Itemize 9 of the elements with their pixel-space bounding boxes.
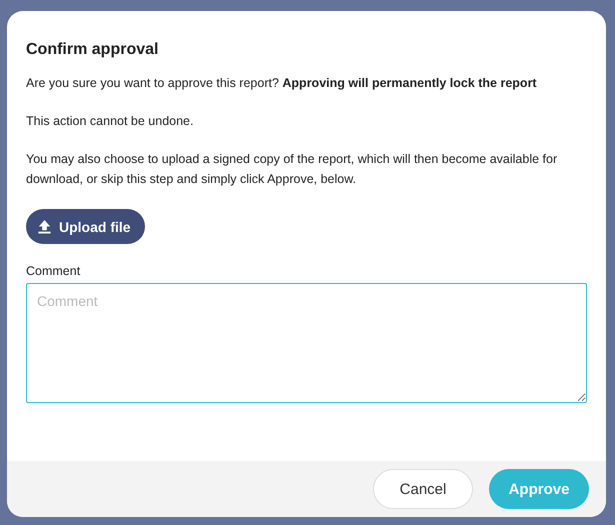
upload-button[interactable]: Upload file — [26, 209, 145, 244]
message-text: You may also choose to upload a signed copy of the report, which will then become available for download, or skip this step and simply click Approve, below. — [26, 151, 558, 188]
upload-icon — [37, 219, 52, 234]
field-label: Comment — [26, 264, 80, 278]
dialog-title: Confirm approval — [26, 41, 158, 59]
cancel-button[interactable]: Cancel — [373, 469, 473, 509]
comment-field[interactable]: Comment — [26, 283, 587, 403]
message-text: Are you sure you want to approve this report? Approving will permanently lock the report — [26, 75, 537, 92]
message-text: This action cannot be undone. — [26, 113, 194, 130]
